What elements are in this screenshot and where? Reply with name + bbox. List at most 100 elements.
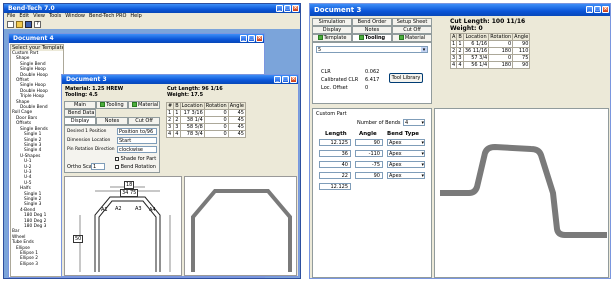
position-select[interactable]: Position to/96 bbox=[117, 128, 157, 135]
right-cut-length: Cut Length: 100 11/16 bbox=[450, 18, 526, 25]
table-row[interactable]: 3 3 57 3/4 0 75 bbox=[449, 54, 531, 62]
maximize-icon[interactable]: □ bbox=[594, 6, 601, 13]
tab-bend-order[interactable]: Bend Order bbox=[352, 18, 392, 26]
table-cell: 0 bbox=[488, 54, 514, 62]
minimize-icon[interactable]: _ bbox=[276, 5, 283, 12]
menu-file[interactable]: File bbox=[7, 13, 15, 20]
right-document-window: Document 3 _ □ × Simulation Bend Order Set… bbox=[309, 3, 611, 279]
menu-window[interactable]: Window bbox=[65, 13, 85, 20]
dimension-location-select[interactable]: Start bbox=[117, 137, 157, 144]
close-icon[interactable]: × bbox=[256, 35, 263, 42]
bend-type-select[interactable]: Apex ▾ bbox=[387, 161, 425, 168]
column-header: # bbox=[165, 102, 175, 110]
table-row[interactable]: 2 2 38 1/4 0 45 bbox=[165, 116, 246, 124]
help-icon[interactable]: ? bbox=[34, 21, 41, 28]
angle-input[interactable]: 90 bbox=[355, 172, 383, 179]
tab-notes[interactable]: Notes bbox=[96, 117, 128, 125]
maximize-icon[interactable]: □ bbox=[248, 35, 255, 42]
num-bends-label: Number of Bends bbox=[357, 120, 401, 126]
tab-simulation[interactable]: Simulation bbox=[312, 18, 352, 26]
minimize-icon[interactable]: _ bbox=[586, 6, 593, 13]
bend-rotation-checkbox[interactable]: Bend Rotation bbox=[115, 164, 156, 170]
menu-pro[interactable]: Bend-Tech PRO bbox=[89, 13, 126, 20]
tab-template[interactable]: Template bbox=[312, 34, 352, 42]
table-row[interactable]: 2 2 36 11/16 180 110 bbox=[449, 47, 531, 55]
right-document-titlebar[interactable]: Document 3 _ □ × bbox=[310, 4, 610, 16]
tab-material[interactable]: Material bbox=[128, 101, 160, 109]
table-row[interactable]: 116 1/16 0 90 bbox=[449, 40, 531, 48]
tree-item[interactable]: Ellipse 3 bbox=[11, 262, 63, 267]
bend-type-select[interactable]: Apex ▾ bbox=[387, 172, 425, 179]
minimize-icon[interactable]: _ bbox=[240, 35, 247, 42]
table-row[interactable]: 4 4 56 1/4 180 90 bbox=[449, 61, 531, 69]
shade-checkbox[interactable]: Shade for Part bbox=[115, 156, 156, 162]
bend-type-select[interactable]: Apex ▾ bbox=[387, 150, 425, 157]
table-row[interactable]: 4 4 78 3/4 0 45 bbox=[165, 130, 246, 138]
length-input[interactable]: 22 bbox=[319, 172, 351, 179]
calibrated-clr-value: 6.417 bbox=[365, 77, 380, 83]
tab-material[interactable]: Material bbox=[392, 34, 432, 42]
table-cell: 45 bbox=[227, 109, 246, 117]
tab-display[interactable]: Display bbox=[312, 26, 352, 34]
tab-cut-off[interactable]: Cut Off bbox=[128, 117, 160, 125]
table-row[interactable]: 1 1 17 3/16 0 45 bbox=[165, 109, 246, 117]
menu-help[interactable]: Help bbox=[130, 13, 141, 20]
new-file-icon[interactable] bbox=[7, 21, 14, 28]
bend-callout: A3 bbox=[135, 206, 142, 212]
maximize-icon[interactable]: □ bbox=[284, 5, 291, 12]
tab-setup-sheet[interactable]: Setup Sheet bbox=[392, 18, 432, 26]
tab-bend-data[interactable]: Bend Data bbox=[64, 109, 96, 117]
bend-type-value: Apex bbox=[389, 162, 402, 168]
left-part-preview bbox=[184, 176, 297, 276]
length-input[interactable]: 12.125 bbox=[319, 183, 351, 190]
tool-library-button[interactable]: Tool Library bbox=[389, 73, 423, 83]
tab-tooling[interactable]: Tooling bbox=[352, 34, 392, 42]
num-bends-select[interactable]: 4 ▾ bbox=[403, 119, 425, 126]
maximize-icon[interactable]: □ bbox=[282, 76, 289, 83]
tab-display[interactable]: Display bbox=[64, 117, 96, 125]
right-bend-table: A B Location Rotation Angle 116 1/16 0 90 2 2 36 … bbox=[449, 33, 531, 69]
bend-callout: A4 bbox=[149, 207, 156, 213]
table-cell: 45 bbox=[227, 123, 246, 131]
tab-template-label: Template bbox=[323, 35, 347, 41]
document-3-title: Document 3 bbox=[66, 76, 107, 83]
tooling-select[interactable]: 5 ▾ bbox=[316, 46, 428, 53]
rotation-direction-select[interactable]: clockwise bbox=[117, 146, 157, 153]
bend-type-select[interactable]: Apex ▾ bbox=[387, 139, 425, 146]
tab-cut-off[interactable]: Cut Off bbox=[392, 26, 432, 34]
length-input[interactable]: 36 bbox=[319, 150, 351, 157]
field-label: Pin Rotation Direction bbox=[67, 147, 115, 152]
angle-input[interactable]: -110 bbox=[355, 150, 383, 157]
menu-edit[interactable]: Edit bbox=[19, 13, 29, 20]
document-3-titlebar[interactable]: Document 3 _ □ × bbox=[62, 75, 298, 84]
table-cell: 110 bbox=[512, 47, 531, 55]
close-icon[interactable]: × bbox=[602, 6, 609, 13]
length-input[interactable]: 12.125 bbox=[319, 139, 351, 146]
menu-tools[interactable]: Tools bbox=[49, 13, 61, 20]
tab-notes[interactable]: Notes bbox=[352, 26, 392, 34]
angle-input[interactable]: -75 bbox=[355, 161, 383, 168]
left-app-titlebar[interactable]: Bend-Tech 7.0 _ □ × bbox=[4, 4, 300, 13]
dimension-label: 18 bbox=[124, 181, 135, 189]
tab-main[interactable]: Main bbox=[64, 101, 96, 109]
angle-input[interactable]: 90 bbox=[355, 139, 383, 146]
display-settings-panel: Desired 1 Position Position to/96 Dimens… bbox=[64, 125, 160, 173]
scale-input[interactable]: 1 bbox=[91, 163, 105, 170]
menu-view[interactable]: View bbox=[33, 13, 45, 20]
tab-tooling[interactable]: Tooling bbox=[96, 101, 128, 109]
close-icon[interactable]: × bbox=[292, 5, 299, 12]
table-cell: 3 bbox=[165, 123, 175, 131]
table-cell: 90 bbox=[512, 61, 531, 69]
save-icon[interactable] bbox=[25, 21, 32, 28]
right-tabs-row1: Simulation Bend Order Setup Sheet bbox=[312, 18, 432, 26]
document-4-titlebar[interactable]: Document 4 _ □ × bbox=[9, 34, 264, 43]
dimension-drawing: 18 34 75 50 A1 A2 A3 A4 bbox=[64, 176, 182, 276]
table-cell: 0 bbox=[203, 130, 229, 138]
column-header: Rotation bbox=[488, 33, 514, 41]
length-input[interactable]: 40 bbox=[319, 161, 351, 168]
table-row[interactable]: 3 3 58 5/8 0 45 bbox=[165, 123, 246, 131]
open-folder-icon[interactable] bbox=[16, 21, 23, 28]
table-cell: 180 bbox=[488, 61, 514, 69]
minimize-icon[interactable]: _ bbox=[274, 76, 281, 83]
close-icon[interactable]: × bbox=[290, 76, 297, 83]
